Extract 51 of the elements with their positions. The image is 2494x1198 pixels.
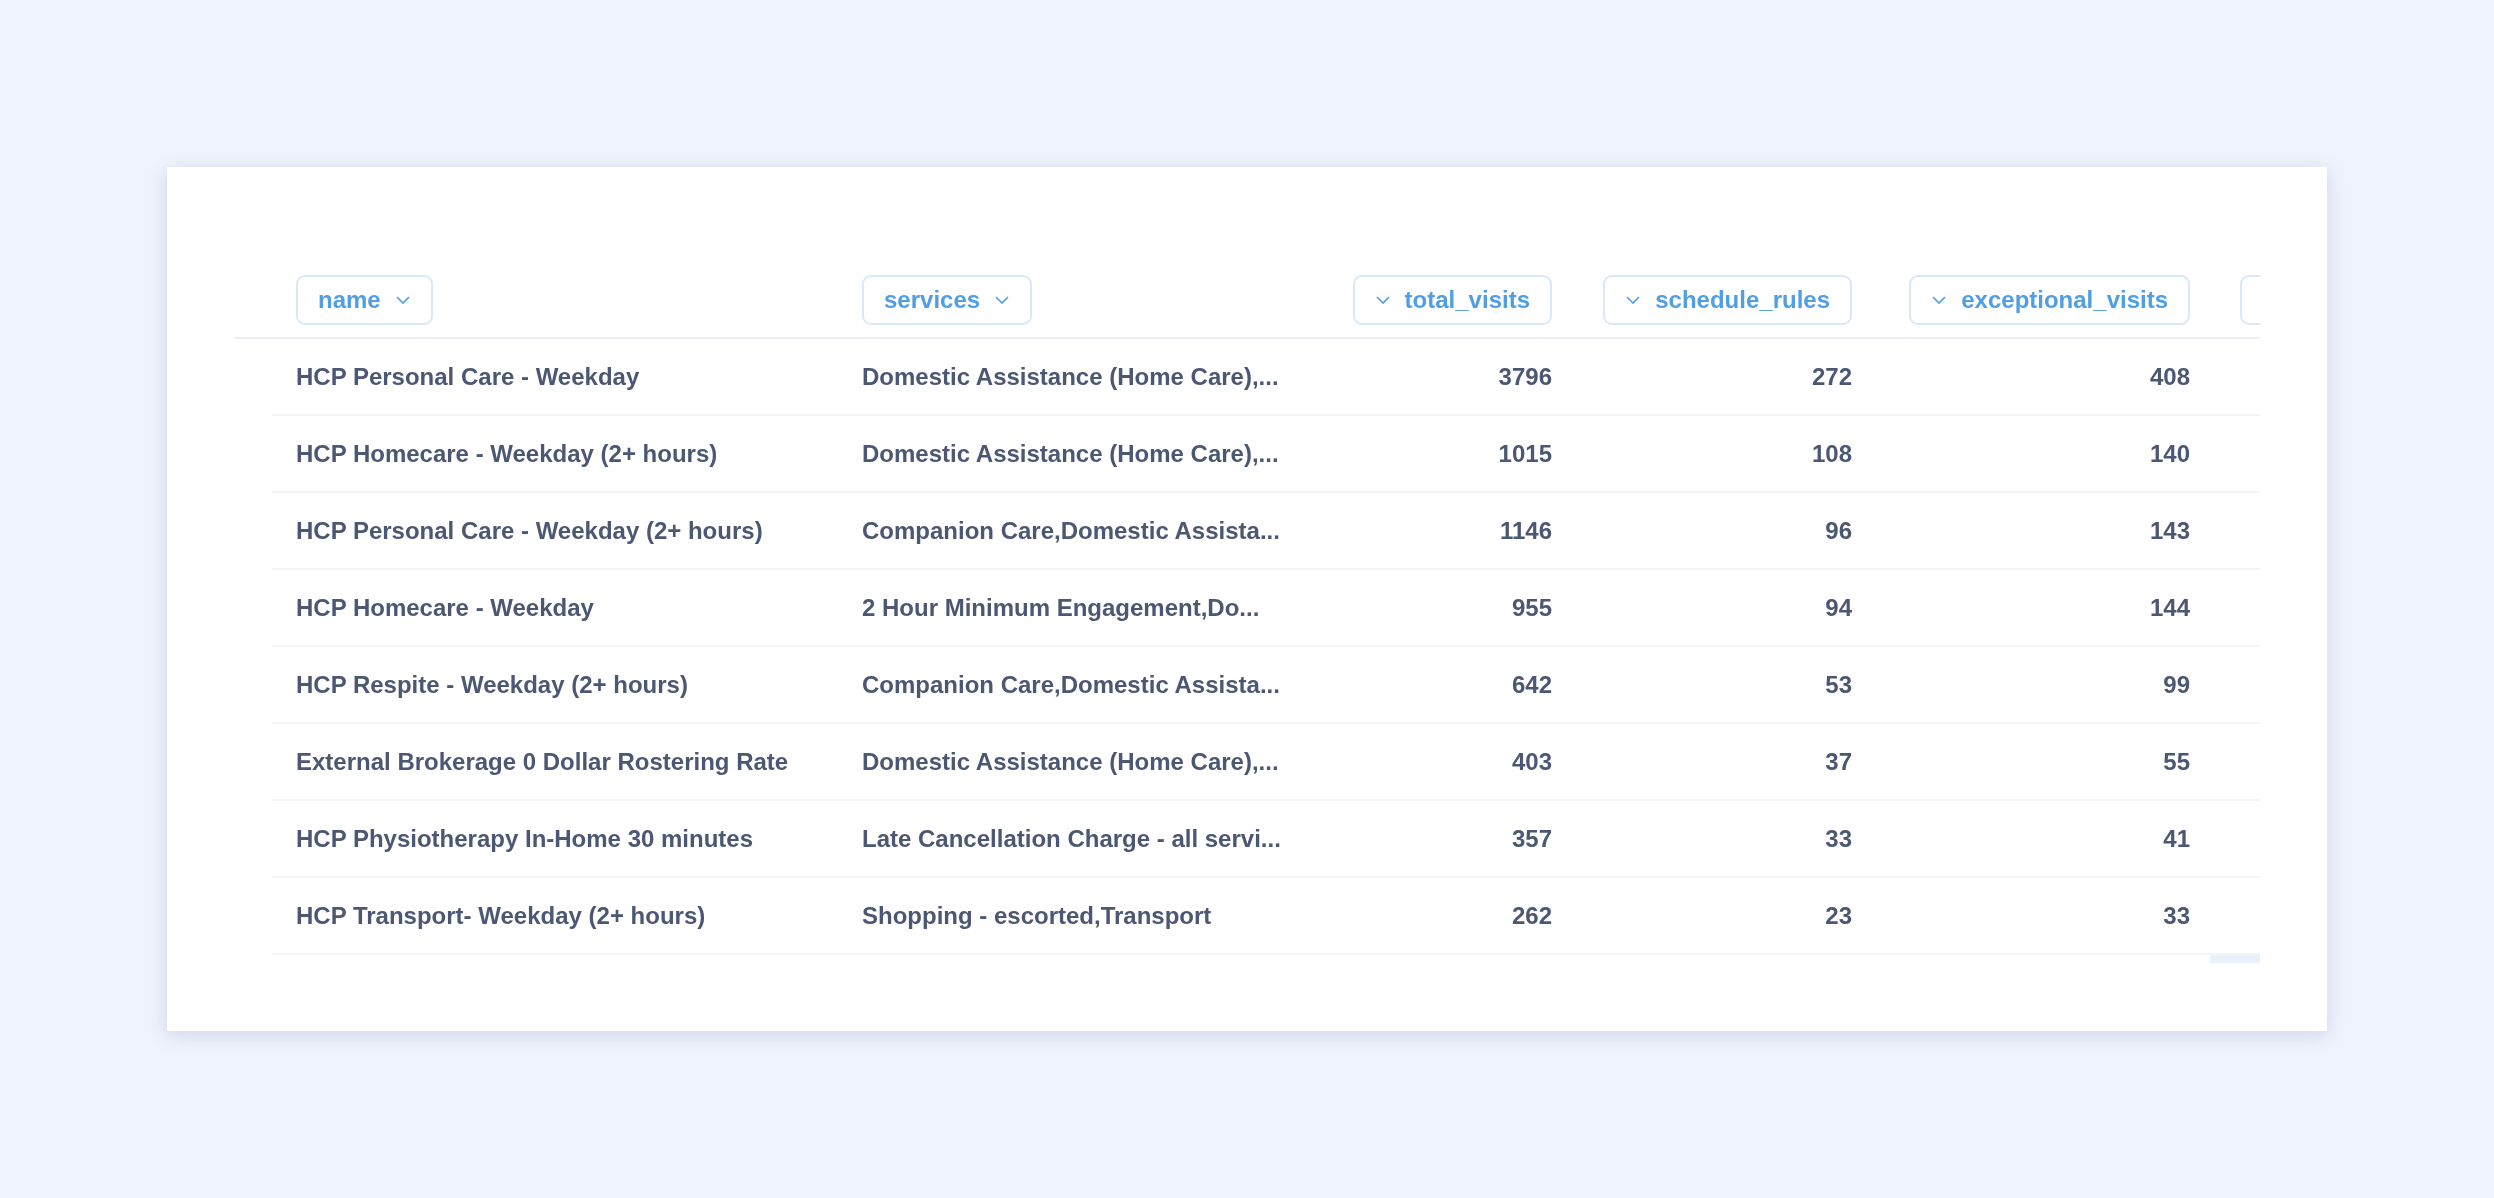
- table-cell-text: 37: [1825, 747, 1853, 776]
- column-header-button[interactable]: services: [862, 275, 1033, 325]
- table-cell-text: 3796: [1498, 362, 1553, 391]
- table-cell-text: HCP Transport- Weekday (2+ hours): [295, 901, 706, 930]
- table-cell-text: 272: [1811, 362, 1853, 391]
- chevron-down-icon: [1625, 295, 1642, 305]
- table-cell-text: 99: [2163, 670, 2191, 699]
- table-cell-text: 33: [2163, 901, 2191, 930]
- table-cell-text: 143: [2149, 516, 2191, 545]
- chevron-down-icon: [394, 295, 411, 305]
- table-cell-text: Companion Care,Domestic Assista...: [861, 516, 1280, 545]
- table-cell-text: 53: [1825, 670, 1853, 699]
- table-cell-text: HCP Homecare - Weekday (2+ hours): [295, 439, 718, 468]
- table-cell-text: 144: [2149, 593, 2191, 622]
- table-cell-text: 403: [1511, 747, 1553, 776]
- column-header-button[interactable]: exceptional_visits: [1909, 275, 2190, 325]
- table-cell-text: Companion Care,Domestic Assista...: [861, 670, 1280, 699]
- table-cell-text: Shopping - escorted,Transport: [861, 901, 1212, 930]
- table-cell-text: 33: [1825, 824, 1853, 853]
- table-cell-text: 41: [2163, 824, 2191, 853]
- column-header-button[interactable]: schedule_rules: [1603, 275, 1852, 325]
- chevron-down-icon: [994, 295, 1011, 305]
- table-cell-text: 96: [1825, 516, 1853, 545]
- table-cell-text: 55: [2163, 747, 2191, 776]
- table-cell-text: Late Cancellation Charge - all servi...: [861, 824, 1281, 853]
- table-cell-text: 642: [1511, 670, 1553, 699]
- table-cell-text: 955: [1511, 593, 1553, 622]
- table-cell-text: HCP Personal Care - Weekday (2+ hours): [295, 516, 763, 545]
- table-cell-text: 94: [1825, 593, 1853, 622]
- table-cell-text: External Brokerage 0 Dollar Rostering Rate: [295, 747, 789, 776]
- chevron-down-icon: [1931, 295, 1948, 305]
- table-cell-text: 2 Hour Minimum Engagement,Do...: [861, 593, 1260, 622]
- column-header-button[interactable]: total_visits: [1352, 275, 1552, 325]
- table-cell-text: Domestic Assistance (Home Care),...: [861, 439, 1279, 468]
- table-cell-text: HCP Homecare - Weekday: [295, 593, 594, 622]
- table-cell-text: 1015: [1498, 439, 1553, 468]
- chevron-down-icon: [1374, 295, 1391, 305]
- table-cell-text: 357: [1511, 824, 1553, 853]
- table-cell-text: 262: [1511, 901, 1553, 930]
- table-cell-text: 408: [2149, 362, 2191, 391]
- table-cell-text: Domestic Assistance (Home Care),...: [861, 747, 1279, 776]
- table-cell-text: HCP Personal Care - Weekday: [295, 362, 640, 391]
- table-cell-text: 1146: [1499, 516, 1553, 545]
- table-cell-text: 108: [1811, 439, 1853, 468]
- table-cell-text: HCP Physiotherapy In-Home 30 minutes: [295, 824, 753, 853]
- column-header-button[interactable]: name: [296, 275, 433, 325]
- table-cell-text: HCP Respite - Weekday (2+ hours): [295, 670, 688, 699]
- table-cell-text: 23: [1825, 901, 1853, 930]
- column-header-button[interactable]: [2240, 275, 2260, 325]
- table-cell-text: Domestic Assistance (Home Care),...: [861, 362, 1279, 391]
- table-cell-text: 140: [2149, 439, 2191, 468]
